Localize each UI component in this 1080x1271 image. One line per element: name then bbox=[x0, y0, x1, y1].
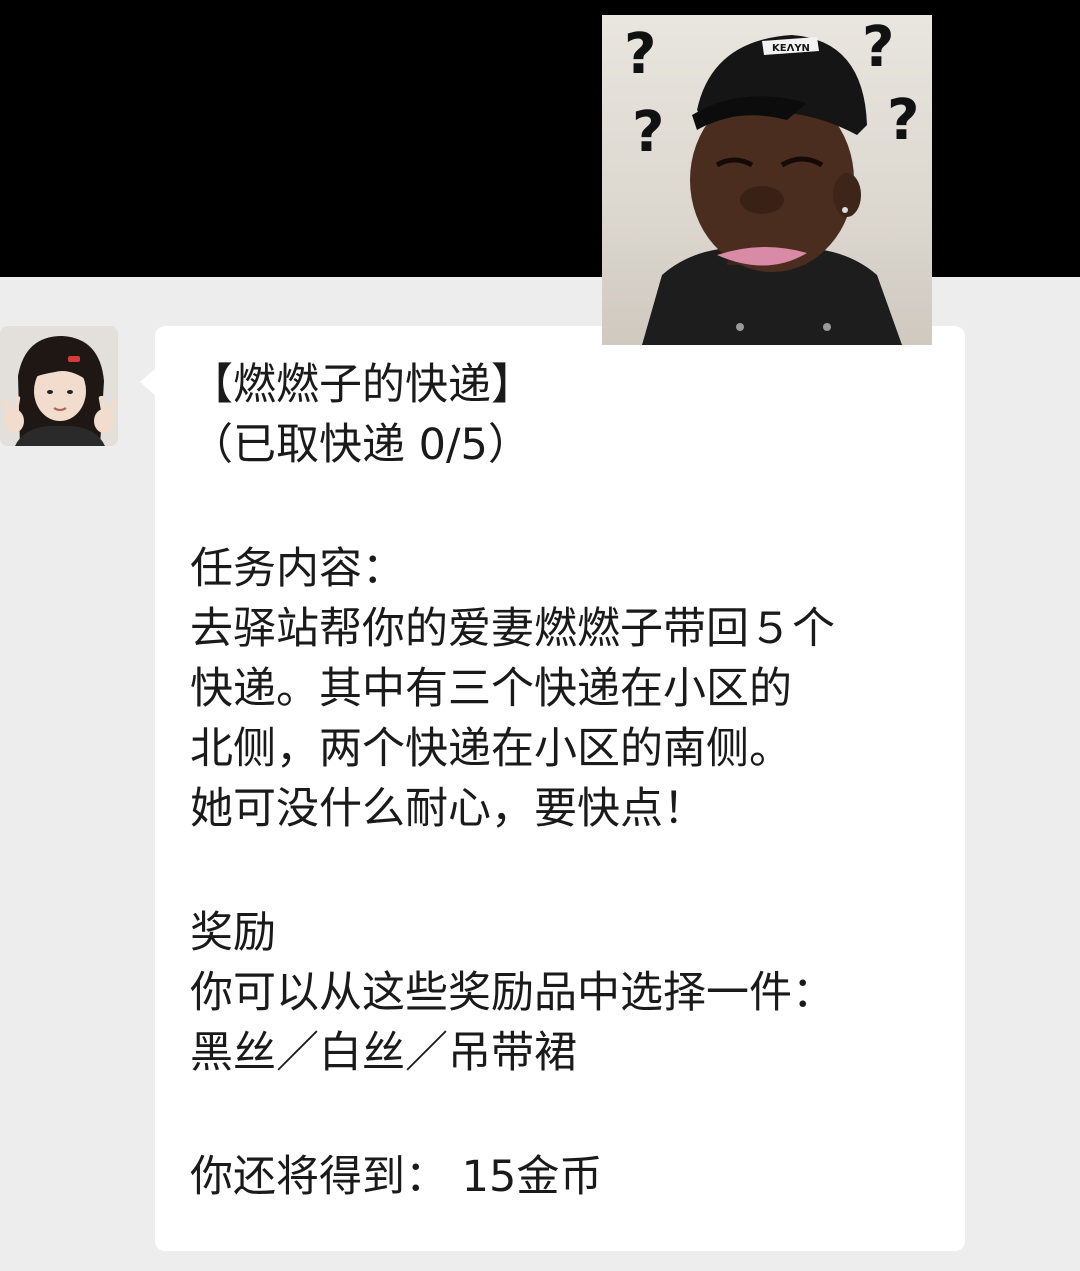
message-text: 【燃燃子的快递】 （已取快递 0/5） 任务内容： 去驿站帮你的爱妻燃燃子带回５… bbox=[190, 355, 950, 1207]
message-title: 【燃燃子的快递】 bbox=[190, 360, 534, 410]
reward-options: 黑丝／白丝／吊带裙 bbox=[190, 1028, 577, 1078]
coins-reward: 你还将得到： 15金币 bbox=[190, 1152, 603, 1202]
question-mark-icon: ? bbox=[862, 15, 895, 80]
reward-intro: 你可以从这些奖励品中选择一件： bbox=[190, 968, 835, 1018]
sender-avatar[interactable] bbox=[0, 326, 118, 446]
message-progress: （已取快递 0/5） bbox=[190, 420, 531, 470]
task-line: 她可没什么耐心，要快点！ bbox=[190, 784, 706, 834]
task-heading: 任务内容： bbox=[190, 544, 405, 594]
task-line: 快递。其中有三个快递在小区的 bbox=[190, 664, 792, 714]
question-mark-icon: ? bbox=[632, 100, 665, 165]
svg-text:ΚΕΛΥΝ: ΚΕΛΥΝ bbox=[772, 43, 810, 54]
reward-heading: 奖励 bbox=[190, 908, 276, 958]
avatar-illustration bbox=[0, 326, 118, 446]
task-line: 去驿站帮你的爱妻燃燃子带回５个 bbox=[190, 604, 835, 654]
meme-sticker-image[interactable]: ΚΕΛΥΝ ? ? ? ? bbox=[602, 15, 932, 345]
bubble-tail bbox=[140, 368, 156, 396]
question-mark-icon: ? bbox=[624, 22, 657, 87]
task-line: 北侧，两个快递在小区的南侧。 bbox=[190, 724, 792, 774]
question-mark-icon: ? bbox=[887, 88, 920, 153]
